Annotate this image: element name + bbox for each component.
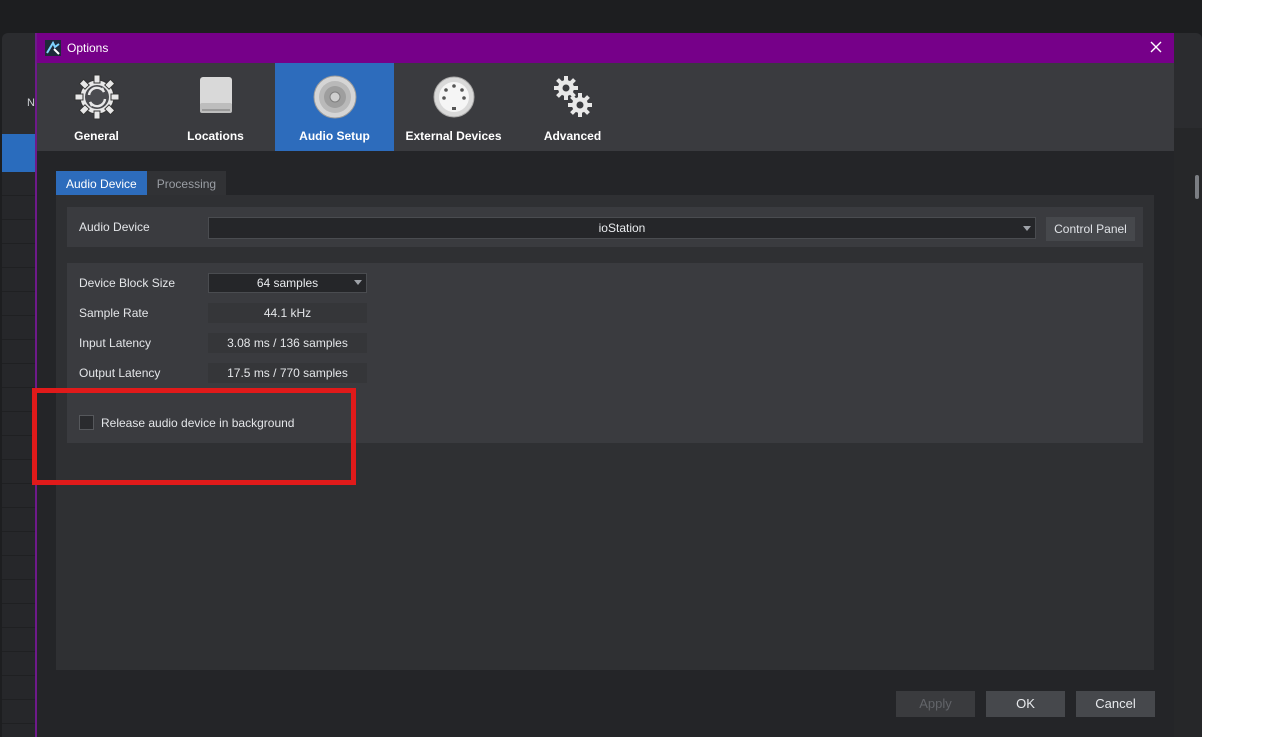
input-latency-value: 3.08 ms / 136 samples xyxy=(208,333,367,353)
tab-audio-device[interactable]: Audio Device xyxy=(56,171,147,197)
tab-processing[interactable]: Processing xyxy=(146,171,227,197)
output-latency-label: Output Latency xyxy=(79,366,161,380)
output-latency-value: 17.5 ms / 770 samples xyxy=(208,363,367,383)
drive-icon xyxy=(199,77,232,113)
control-panel-button[interactable]: Control Panel xyxy=(1046,217,1135,241)
background-selected-item xyxy=(2,134,38,172)
sample-rate-label: Sample Rate xyxy=(79,306,149,320)
toolbar-locations-label: Locations xyxy=(187,129,244,143)
midi-port-icon xyxy=(433,76,474,118)
toolbar-general-label: General xyxy=(74,129,119,143)
options-dialog: Options General Locations Audio Setup Ex… xyxy=(35,33,1174,737)
ok-button[interactable]: OK xyxy=(986,691,1065,717)
block-size-label: Device Block Size xyxy=(79,276,176,290)
background-top xyxy=(0,0,1266,33)
dialog-title: Options xyxy=(67,41,109,55)
toolbar-advanced[interactable]: Advanced xyxy=(513,63,632,151)
title-bar[interactable]: Options xyxy=(37,33,1174,63)
toolbar-external-devices-label: External Devices xyxy=(405,129,502,143)
tab-bar: Audio Device Processing xyxy=(56,171,227,197)
category-toolbar: General Locations Audio Setup External D… xyxy=(37,63,1174,151)
toolbar-audio-setup-label: Audio Setup xyxy=(299,129,370,143)
input-latency-label: Input Latency xyxy=(79,336,152,350)
block-size-dropdown[interactable]: 64 samples xyxy=(208,273,367,293)
apply-button[interactable]: Apply xyxy=(896,691,975,717)
gear-refresh-icon xyxy=(74,74,119,120)
audio-device-label: Audio Device xyxy=(79,220,150,234)
audio-device-dropdown[interactable]: ioStation xyxy=(208,217,1036,239)
toolbar-audio-setup[interactable]: Audio Setup xyxy=(275,63,394,151)
audio-device-value: ioStation xyxy=(598,221,646,235)
highlight-annotation xyxy=(32,388,356,485)
chevron-down-icon xyxy=(1023,226,1031,231)
sample-rate-value: 44.1 kHz xyxy=(208,303,367,323)
cancel-button[interactable]: Cancel xyxy=(1076,691,1155,717)
chevron-down-icon xyxy=(354,280,362,285)
background-right-panel xyxy=(1173,128,1202,737)
app-logo-icon xyxy=(45,40,61,56)
scrollbar-thumb[interactable] xyxy=(1195,175,1199,199)
toolbar-general[interactable]: General xyxy=(37,63,156,151)
toolbar-external-devices[interactable]: External Devices xyxy=(394,63,513,151)
block-size-value: 64 samples xyxy=(256,276,319,290)
close-icon[interactable] xyxy=(1148,39,1164,55)
toolbar-advanced-label: Advanced xyxy=(543,129,602,143)
background-letter: N xyxy=(27,97,35,109)
speaker-icon xyxy=(313,75,356,119)
toolbar-locations[interactable]: Locations xyxy=(156,63,275,151)
background-white-edge xyxy=(1202,0,1266,737)
gears-icon xyxy=(553,76,592,117)
